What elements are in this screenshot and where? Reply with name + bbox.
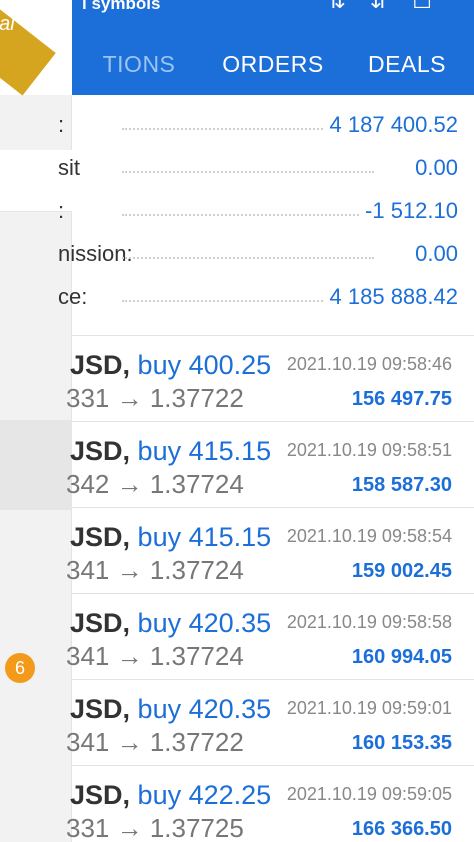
notification-badge[interactable]: 6 — [5, 653, 35, 683]
tab-orders[interactable]: ORDERS — [206, 40, 340, 88]
ribbon-text: al — [0, 12, 15, 35]
deal-symbol-text: JSD, — [70, 780, 131, 810]
dotted-leader — [122, 257, 374, 259]
deal-symbol-text: JSD, — [70, 694, 131, 724]
deal-action: buy 415.15 — [137, 436, 272, 466]
arrows-icon[interactable]: ⇅ — [327, 0, 369, 13]
summary-label: : — [58, 198, 65, 223]
deal-symbol: JSD, buy 400.25 — [70, 350, 271, 381]
tab-positions[interactable]: TIONS — [72, 40, 206, 88]
dotted-leader — [122, 214, 374, 216]
deal-row[interactable]: JSD, buy 400.25 331 → 1.37722 2021.10.19… — [66, 335, 474, 421]
summary-label: sit — [58, 155, 80, 180]
deal-symbol: JSD, buy 415.15 — [70, 436, 271, 467]
summary-value: 4 185 888.42 — [323, 284, 458, 310]
summary-row-swap: : -1 512.10 — [58, 192, 474, 235]
deal-profit: 166 366.50 — [351, 818, 452, 840]
deal-prices: 341 → 1.37724 — [66, 555, 244, 585]
deal-profit: 159 002.45 — [351, 560, 452, 582]
deal-prices: 331 → 1.37725 — [66, 813, 244, 842]
deal-profit: 160 153.35 — [351, 732, 452, 754]
deal-symbol: JSD, buy 422.25 — [70, 780, 271, 811]
deal-symbol-text: JSD, — [70, 522, 131, 552]
deal-row[interactable]: JSD, buy 422.25 331 → 1.37725 2021.10.19… — [66, 765, 474, 842]
deal-time: 2021.10.19 09:58:51 — [286, 440, 452, 460]
summary-row-balance: ce: 4 185 888.42 — [58, 278, 474, 321]
deal-time: 2021.10.19 09:58:54 — [286, 526, 452, 546]
deal-symbol: JSD, buy 420.35 — [70, 608, 271, 639]
deals-list: JSD, buy 400.25 331 → 1.37722 2021.10.19… — [66, 335, 474, 842]
summary-label: : — [58, 112, 65, 137]
deal-prices: 341 → 1.37724 — [66, 641, 244, 671]
tab-deals[interactable]: DEALS — [340, 40, 474, 88]
deal-action: buy 420.35 — [137, 608, 272, 638]
deal-time: 2021.10.19 09:58:46 — [286, 354, 452, 374]
summary-row-commission: nission: 0.00 — [58, 235, 474, 278]
deal-row[interactable]: JSD, buy 420.35 341 → 1.37722 2021.10.19… — [66, 679, 474, 765]
sort-icon[interactable]: ⇵ — [370, 0, 412, 13]
deal-action: buy 415.15 — [137, 522, 272, 552]
deal-profit: 158 587.30 — [351, 474, 452, 496]
summary-value: 0.00 — [409, 155, 458, 181]
summary-row-deposit: sit 0.00 — [58, 149, 474, 192]
deal-action: buy 422.25 — [137, 780, 272, 810]
tab-bar: TIONS ORDERS DEALS — [72, 40, 474, 88]
deal-time: 2021.10.19 09:58:58 — [286, 612, 452, 632]
deal-profit: 156 497.75 — [351, 388, 452, 410]
deal-action: buy 400.25 — [137, 350, 272, 380]
deal-time: 2021.10.19 09:59:05 — [286, 784, 452, 804]
deal-prices: 331 → 1.37722 — [66, 383, 244, 413]
summary-label: ce: — [58, 284, 88, 309]
deal-prices: 342 → 1.37724 — [66, 469, 244, 499]
summary-label: nission: — [58, 241, 133, 266]
deal-symbol-text: JSD, — [70, 608, 131, 638]
deal-symbol: JSD, buy 420.35 — [70, 694, 271, 725]
summary-value: 4 187 400.52 — [323, 112, 458, 138]
deal-prices: 341 → 1.37722 — [66, 727, 244, 757]
dotted-leader — [122, 171, 374, 173]
app-bar: l symbols ⇅⇵☐ TIONS ORDERS DEALS — [72, 0, 474, 95]
drawer-item-selected[interactable] — [0, 420, 72, 510]
deal-symbol: JSD, buy 415.15 — [70, 522, 271, 553]
deal-row[interactable]: JSD, buy 415.15 342 → 1.37724 2021.10.19… — [66, 421, 474, 507]
account-summary: : 4 187 400.52 sit 0.00 : -1 512.10 niss… — [58, 106, 474, 321]
page-title: l symbols — [82, 0, 161, 13]
summary-value: 0.00 — [409, 241, 458, 267]
deal-action: buy 420.35 — [137, 694, 272, 724]
summary-value: -1 512.10 — [359, 198, 458, 224]
deal-symbol-text: JSD, — [70, 436, 131, 466]
deal-symbol-text: JSD, — [70, 350, 131, 380]
deal-row[interactable]: JSD, buy 415.15 341 → 1.37724 2021.10.19… — [66, 507, 474, 593]
summary-row-profit: : 4 187 400.52 — [58, 106, 474, 149]
new-order-icon[interactable]: ☐ — [412, 0, 456, 13]
deal-row[interactable]: JSD, buy 420.35 341 → 1.37724 2021.10.19… — [66, 593, 474, 679]
deal-profit: 160 994.05 — [351, 646, 452, 668]
toolbar-icons: ⇅⇵☐ — [327, 0, 456, 14]
deal-time: 2021.10.19 09:59:01 — [286, 698, 452, 718]
